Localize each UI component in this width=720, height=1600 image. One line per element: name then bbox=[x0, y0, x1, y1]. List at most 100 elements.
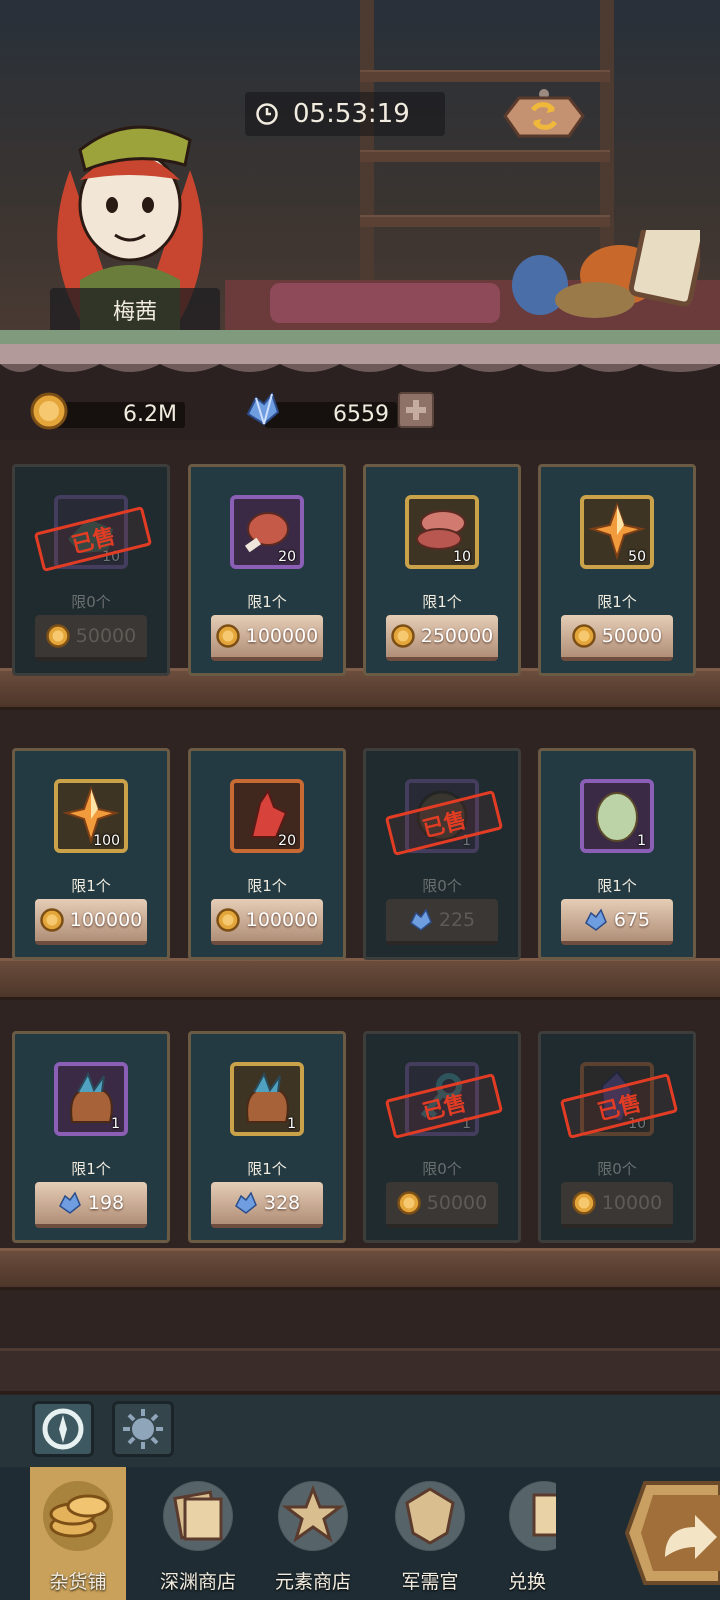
purchase-limit: 限1个 bbox=[247, 877, 287, 895]
shop-item-purple-gem[interactable]: 10 限0个 10000 已售 bbox=[538, 1031, 696, 1243]
goods-pile-icon bbox=[512, 230, 700, 318]
buy-button: 225 bbox=[386, 899, 498, 945]
nav-label: 杂货铺 bbox=[49, 1571, 107, 1593]
shop-item-wooden-shield[interactable]: 1 限0个 225 已售 bbox=[363, 748, 521, 960]
shelf-plank bbox=[0, 1348, 720, 1394]
item-frame: 1 bbox=[230, 1062, 304, 1136]
purchase-limit: 限1个 bbox=[71, 1160, 111, 1178]
clock-icon bbox=[256, 103, 278, 125]
blue-crystal-icon bbox=[409, 908, 432, 931]
add-gems-button[interactable] bbox=[398, 392, 434, 428]
price-text: 50000 bbox=[601, 625, 663, 647]
item-frame: 1 bbox=[580, 779, 654, 853]
shopkeeper-name: 梅茜 bbox=[50, 288, 220, 332]
purchase-limit: 限1个 bbox=[71, 877, 111, 895]
buy-button: 50000 bbox=[35, 615, 147, 661]
shop-item-sliced-meat[interactable]: 10 限1个 250000 bbox=[363, 464, 521, 676]
buy-button[interactable]: 100000 bbox=[211, 899, 323, 945]
blue-crystal-icon bbox=[584, 908, 607, 931]
sun-icon bbox=[123, 1409, 163, 1449]
purchase-limit: 限1个 bbox=[597, 877, 637, 895]
blue-crystal-icon bbox=[234, 1191, 257, 1214]
blue-crystal-icon bbox=[58, 1191, 81, 1214]
buy-button[interactable]: 100000 bbox=[35, 899, 147, 945]
nav-grocery[interactable]: 杂货铺 bbox=[30, 1467, 126, 1600]
plus-icon bbox=[406, 400, 426, 420]
shop-item-green-egg[interactable]: 1 限1个 675 bbox=[538, 748, 696, 960]
item-quantity: 10 bbox=[453, 549, 471, 565]
gold-coin-icon bbox=[215, 908, 240, 932]
item-frame: 1 bbox=[54, 1062, 128, 1136]
nav-quartermaster[interactable]: 军需官 bbox=[382, 1467, 478, 1600]
shop-item-meat-leg[interactable]: 20 限1个 100000 bbox=[188, 464, 346, 676]
gold-coin-icon bbox=[397, 1191, 421, 1215]
purchase-limit: 限1个 bbox=[597, 593, 637, 611]
item-quantity: 1 bbox=[287, 1116, 296, 1132]
refresh-timer: 05:53:19 bbox=[245, 92, 445, 136]
price-text: 100000 bbox=[245, 625, 319, 647]
subtab-sun[interactable] bbox=[112, 1401, 174, 1457]
currency-bar: 6.2M 6559 bbox=[0, 380, 720, 440]
compass-icon bbox=[42, 1408, 84, 1450]
buy-button[interactable]: 100000 bbox=[211, 615, 323, 661]
counter-cloth bbox=[270, 283, 500, 323]
purchase-limit: 限0个 bbox=[422, 1160, 462, 1178]
buy-button[interactable]: 50000 bbox=[561, 615, 673, 661]
purchase-limit: 限0个 bbox=[422, 877, 462, 895]
awning bbox=[0, 330, 720, 372]
shelf bbox=[360, 150, 610, 162]
price-text: 250000 bbox=[420, 625, 494, 647]
item-quantity: 20 bbox=[278, 549, 296, 565]
shelf bbox=[360, 70, 610, 82]
item-frame: 50 bbox=[580, 495, 654, 569]
buy-button[interactable]: 328 bbox=[211, 1182, 323, 1228]
shop-scene: 05:53:19 梅茜 bbox=[0, 0, 720, 335]
purchase-limit: 限1个 bbox=[422, 593, 462, 611]
nav-label: 兑换 bbox=[508, 1571, 547, 1593]
refresh-button[interactable] bbox=[495, 88, 593, 142]
item-quantity: 100 bbox=[93, 833, 120, 849]
item-frame: 10 bbox=[405, 495, 479, 569]
coins-icon bbox=[43, 1481, 113, 1551]
shop-item-orange-crystal[interactable]: 50 限1个 50000 bbox=[538, 464, 696, 676]
gold-amount: 6.2M bbox=[55, 402, 185, 428]
nav-label: 军需官 bbox=[401, 1571, 459, 1593]
purchase-limit: 限0个 bbox=[71, 593, 111, 611]
nav-element-shop[interactable]: 元素商店 bbox=[265, 1467, 361, 1600]
price-text: 100000 bbox=[69, 909, 143, 931]
shop-item-red-crystal[interactable]: 20 限1个 100000 bbox=[188, 748, 346, 960]
shop-item-orange-crystal-large[interactable]: 100 限1个 100000 bbox=[12, 748, 170, 960]
shelf-plank bbox=[0, 958, 720, 1000]
shelf-plank bbox=[0, 1248, 720, 1290]
gold-coin-icon bbox=[39, 908, 64, 932]
nav-abyss-shop[interactable]: 深渊商店 bbox=[150, 1467, 246, 1600]
buy-button[interactable]: 250000 bbox=[386, 615, 498, 661]
shop-item-green-fabric[interactable]: 10 限0个 50000 已售 bbox=[12, 464, 170, 676]
purchase-limit: 限1个 bbox=[247, 593, 287, 611]
exchange-icon bbox=[509, 1481, 556, 1551]
gold-coin-icon bbox=[215, 624, 240, 648]
buy-button: 10000 bbox=[561, 1182, 673, 1228]
item-frame: 20 bbox=[230, 495, 304, 569]
star-emblem-icon bbox=[278, 1481, 348, 1551]
price-text: 100000 bbox=[245, 909, 319, 931]
price-text: 328 bbox=[263, 1192, 301, 1214]
item-quantity: 50 bbox=[628, 549, 646, 565]
buy-button[interactable]: 675 bbox=[561, 899, 673, 945]
price-text: 675 bbox=[613, 909, 651, 931]
gold-coin-icon bbox=[30, 392, 68, 430]
timer-text: 05:53:19 bbox=[293, 99, 410, 129]
shop-item-blue-key[interactable]: 1 限0个 50000 已售 bbox=[363, 1031, 521, 1243]
gem-amount: 6559 bbox=[265, 402, 397, 428]
purchase-limit: 限1个 bbox=[247, 1160, 287, 1178]
shelf-post bbox=[360, 0, 374, 280]
purchase-limit: 限0个 bbox=[597, 1160, 637, 1178]
subtab-compass[interactable] bbox=[32, 1401, 94, 1457]
nav-exchange[interactable]: 兑换 bbox=[496, 1467, 556, 1600]
shop-item-gem-sack-purple[interactable]: 1 限1个 198 bbox=[12, 1031, 170, 1243]
shop-item-gem-sack-gold[interactable]: 1 限1个 328 bbox=[188, 1031, 346, 1243]
cards-icon bbox=[163, 1481, 233, 1551]
badge-icon bbox=[395, 1481, 465, 1551]
buy-button[interactable]: 198 bbox=[35, 1182, 147, 1228]
go-arrow-button[interactable] bbox=[625, 1477, 720, 1589]
